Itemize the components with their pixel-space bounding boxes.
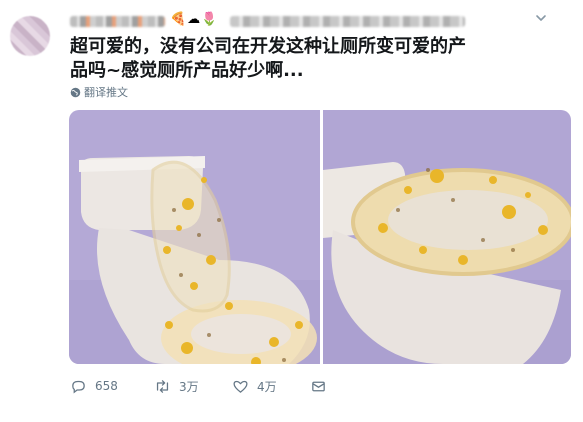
reply-button[interactable]: 658 — [70, 376, 118, 396]
tweet-text-line2: 品吗~感觉厕所产品好少啊... — [70, 60, 304, 81]
media-photo-2[interactable] — [323, 110, 571, 364]
translate-label: 翻译推文 — [84, 86, 128, 99]
media-grid — [69, 110, 571, 364]
retweet-icon — [156, 379, 169, 393]
tweet-text: 超可爱的，没有公司在开发这种让厕所变可爱的产 品吗~感觉厕所产品好少啊... — [70, 35, 565, 83]
avatar[interactable] — [10, 16, 50, 56]
reply-count: 658 — [95, 379, 118, 393]
tweet-text-line1: 超可爱的，没有公司在开发这种让厕所变可爱的产 — [70, 36, 466, 57]
direct-message-button[interactable] — [310, 376, 335, 396]
like-button[interactable]: 4万 — [232, 376, 277, 396]
handle-censored[interactable] — [230, 16, 465, 27]
chevron-down-icon[interactable] — [534, 11, 548, 25]
retweet-button[interactable]: 3万 — [154, 376, 199, 396]
name-emojis: 🍕☁🌷 — [170, 12, 219, 27]
translate-tweet-link[interactable]: 翻译推文 — [70, 86, 128, 99]
retweet-count: 3万 — [179, 379, 199, 394]
envelope-icon — [312, 381, 325, 391]
heart-icon — [233, 380, 248, 393]
media-photo-1[interactable] — [69, 110, 320, 364]
tweet-actions: 658 3万 4万 — [70, 376, 370, 396]
reply-icon — [72, 380, 85, 393]
tweet-header: 🍕☁🌷 — [70, 10, 550, 32]
globe-icon — [70, 87, 81, 97]
like-count: 4万 — [257, 379, 277, 394]
display-name-censored[interactable] — [70, 16, 165, 27]
